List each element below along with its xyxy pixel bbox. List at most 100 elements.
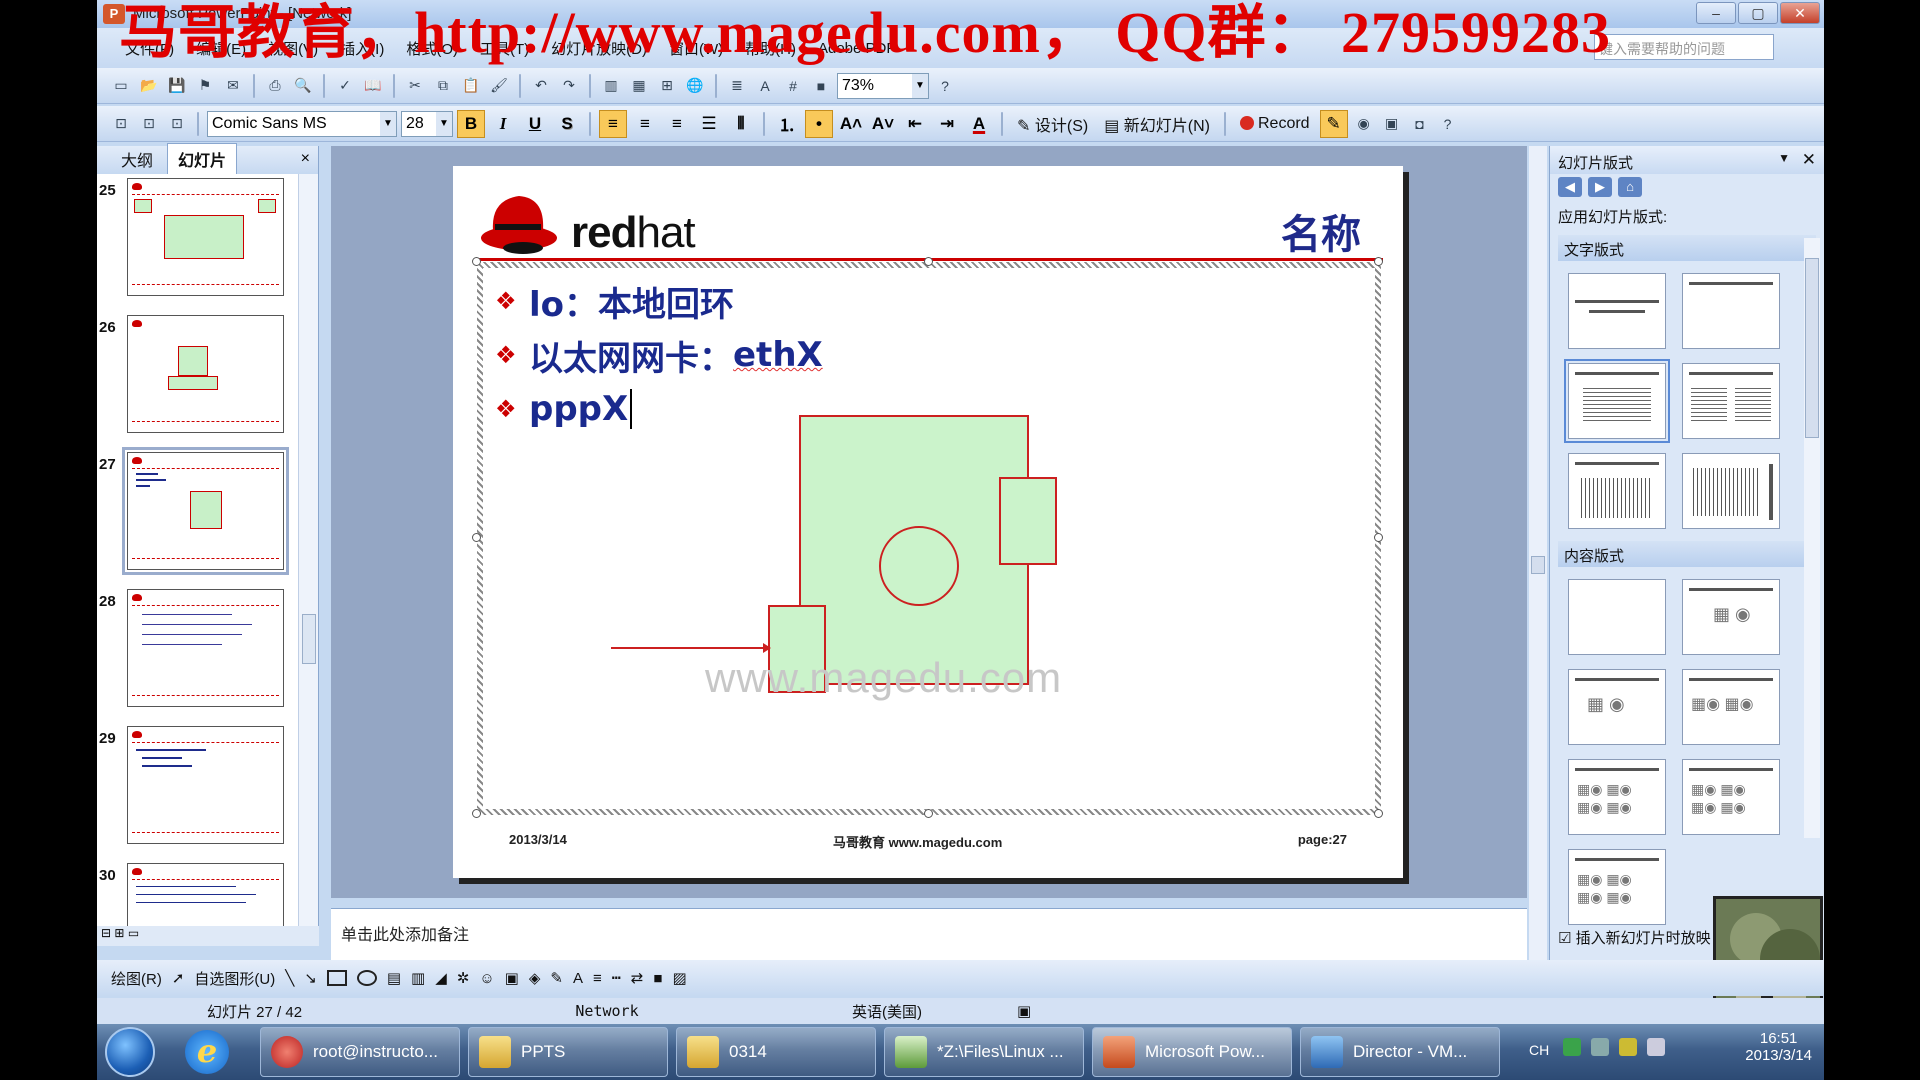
home-icon[interactable]: ⌂: [1618, 177, 1642, 197]
cut-icon[interactable]: ✂: [403, 74, 427, 98]
record-button[interactable]: Record: [1234, 115, 1316, 133]
print-preview-icon[interactable]: 🔍: [291, 74, 315, 98]
pdf-convert-icon[interactable]: ⊡: [109, 112, 133, 136]
pane-scrollbar[interactable]: [1804, 238, 1820, 838]
save-icon[interactable]: 💾: [165, 74, 189, 98]
font-color-button[interactable]: A: [965, 110, 993, 138]
redo-icon[interactable]: ↷: [557, 74, 581, 98]
numbering-button[interactable]: ⒈: [773, 110, 801, 138]
layout-title-content[interactable]: ▦ ◉: [1568, 669, 1666, 745]
layout-title[interactable]: [1682, 273, 1780, 349]
oval-icon[interactable]: [356, 970, 377, 986]
taskbar-item-vmware[interactable]: Director - VM...: [1300, 1027, 1500, 1077]
expand-all-icon[interactable]: ≣: [725, 74, 749, 98]
diagram-icon[interactable]: ✲: [457, 969, 470, 987]
picture-icon[interactable]: ▣: [505, 969, 519, 987]
host-box[interactable]: [799, 415, 1029, 685]
textbox-icon[interactable]: ▤: [387, 969, 401, 987]
layout-title-text[interactable]: [1564, 359, 1670, 443]
permission-icon[interactable]: ⚑: [193, 74, 217, 98]
line-color-icon[interactable]: ✎: [550, 969, 563, 987]
menu-tools[interactable]: 工具(T): [480, 38, 529, 59]
help-icon[interactable]: ?: [1436, 112, 1460, 136]
align-center-button[interactable]: ≡: [631, 110, 659, 138]
rectangle-icon[interactable]: [326, 970, 347, 986]
close-button[interactable]: ✕: [1780, 2, 1820, 24]
new-slide-button[interactable]: ▤ 新幻灯片(N): [1098, 112, 1216, 136]
arrow-icon[interactable]: ↘: [304, 969, 317, 987]
underline-button[interactable]: U: [521, 110, 549, 138]
webcam-icon[interactable]: ◉: [1352, 112, 1376, 136]
start-button[interactable]: [105, 1027, 155, 1077]
taskbar-item-terminal[interactable]: root@instructo...: [260, 1027, 460, 1077]
show-on-insert-checkbox[interactable]: ☑ 插入新幻灯片时放映: [1558, 927, 1711, 948]
line-icon[interactable]: ╲: [285, 969, 294, 987]
slideshow-icon[interactable]: ▭: [128, 926, 139, 940]
normal-view-icon[interactable]: ⊟: [101, 926, 111, 940]
scrollbar-thumb[interactable]: [1805, 258, 1819, 438]
text-direction-button[interactable]: ⫴: [727, 110, 755, 138]
font-name-select[interactable]: Comic Sans MS ▼: [207, 110, 397, 137]
menu-insert[interactable]: 插入(I): [340, 38, 384, 59]
display-icon[interactable]: [1647, 1038, 1665, 1056]
layout-vertical-title-text[interactable]: [1682, 453, 1780, 529]
print-icon[interactable]: ⎙: [263, 74, 287, 98]
distribute-button[interactable]: ☰: [695, 110, 723, 138]
align-left-button[interactable]: ≡: [599, 109, 627, 138]
layout-content[interactable]: ▦ ◉: [1682, 579, 1780, 655]
layout-title-4-content[interactable]: ▦◉ ▦◉ ▦◉ ▦◉: [1682, 759, 1780, 835]
layout-two-column[interactable]: [1682, 363, 1780, 439]
slide-scrollbar[interactable]: [1529, 146, 1547, 960]
slide-thumbnail[interactable]: 28: [97, 585, 297, 721]
camera-icon[interactable]: ◘: [1408, 112, 1432, 136]
decrease-font-button[interactable]: A˅: [869, 110, 897, 138]
copy-icon[interactable]: ⧉: [431, 74, 455, 98]
annotate-button[interactable]: ✎: [1319, 109, 1348, 138]
ime-indicator[interactable]: CH: [1529, 1042, 1549, 1058]
taskbar-item-ppts[interactable]: PPTS: [468, 1027, 668, 1077]
fill-color-icon[interactable]: ◈: [529, 969, 541, 987]
pdf-review-icon[interactable]: ⊡: [165, 112, 189, 136]
font-size-select[interactable]: 28 ▼: [401, 110, 453, 137]
font-color-icon[interactable]: A: [573, 970, 583, 987]
spelling-icon[interactable]: ✓: [333, 74, 357, 98]
slide-thumbnail[interactable]: 30: [97, 859, 297, 934]
minimize-button[interactable]: –: [1696, 2, 1736, 24]
show-grid-icon[interactable]: #: [781, 74, 805, 98]
thumbnail-scrollbar[interactable]: [298, 174, 318, 934]
bullets-button[interactable]: •: [805, 109, 833, 138]
color-grayscale-icon[interactable]: ■: [809, 74, 833, 98]
open-icon[interactable]: 📂: [137, 74, 161, 98]
network-icon[interactable]: [1591, 1038, 1609, 1056]
menu-slideshow[interactable]: 幻灯片放映(D): [551, 38, 647, 59]
menu-view[interactable]: 视图(V): [268, 38, 318, 59]
maximize-button[interactable]: ▢: [1738, 2, 1778, 24]
new-icon[interactable]: ▭: [109, 74, 133, 98]
slide-thumbnail[interactable]: 25: [97, 174, 297, 310]
pdf-email-icon[interactable]: ⊡: [137, 112, 161, 136]
slide-sorter-icon[interactable]: ⊞: [114, 926, 124, 940]
layout-blank[interactable]: [1568, 579, 1666, 655]
close-icon[interactable]: ✕: [1802, 150, 1816, 170]
chevron-down-icon[interactable]: ▼: [1778, 151, 1790, 165]
tab-outline[interactable]: 大纲: [111, 144, 163, 174]
help-search-input[interactable]: 键入需要帮助的问题: [1594, 34, 1774, 60]
insert-hyperlink-icon[interactable]: 🌐: [683, 74, 707, 98]
menu-help[interactable]: 帮助(H): [745, 38, 796, 59]
design-button[interactable]: ✎ 设计(S): [1011, 112, 1094, 136]
research-icon[interactable]: 📖: [361, 74, 385, 98]
close-icon[interactable]: ×: [301, 150, 310, 168]
menu-format[interactable]: 格式(O): [406, 38, 458, 59]
insert-chart-icon[interactable]: ▥: [599, 74, 623, 98]
insert-table-icon[interactable]: ▦: [627, 74, 651, 98]
zoom-select[interactable]: 73% ▼: [837, 72, 929, 99]
forward-icon[interactable]: ▶: [1588, 177, 1612, 197]
autoshapes-menu[interactable]: 自选图形(U): [194, 968, 275, 989]
chevron-down-icon[interactable]: ▼: [912, 73, 928, 98]
taskbar-item-0314[interactable]: 0314: [676, 1027, 876, 1077]
scrollbar-thumb[interactable]: [302, 614, 316, 664]
internet-explorer-icon[interactable]: e: [185, 1030, 229, 1074]
screen-icon[interactable]: ▣: [1380, 112, 1404, 136]
menu-window[interactable]: 窗口(W): [669, 38, 723, 59]
format-painter-icon[interactable]: 🖌: [487, 74, 511, 98]
